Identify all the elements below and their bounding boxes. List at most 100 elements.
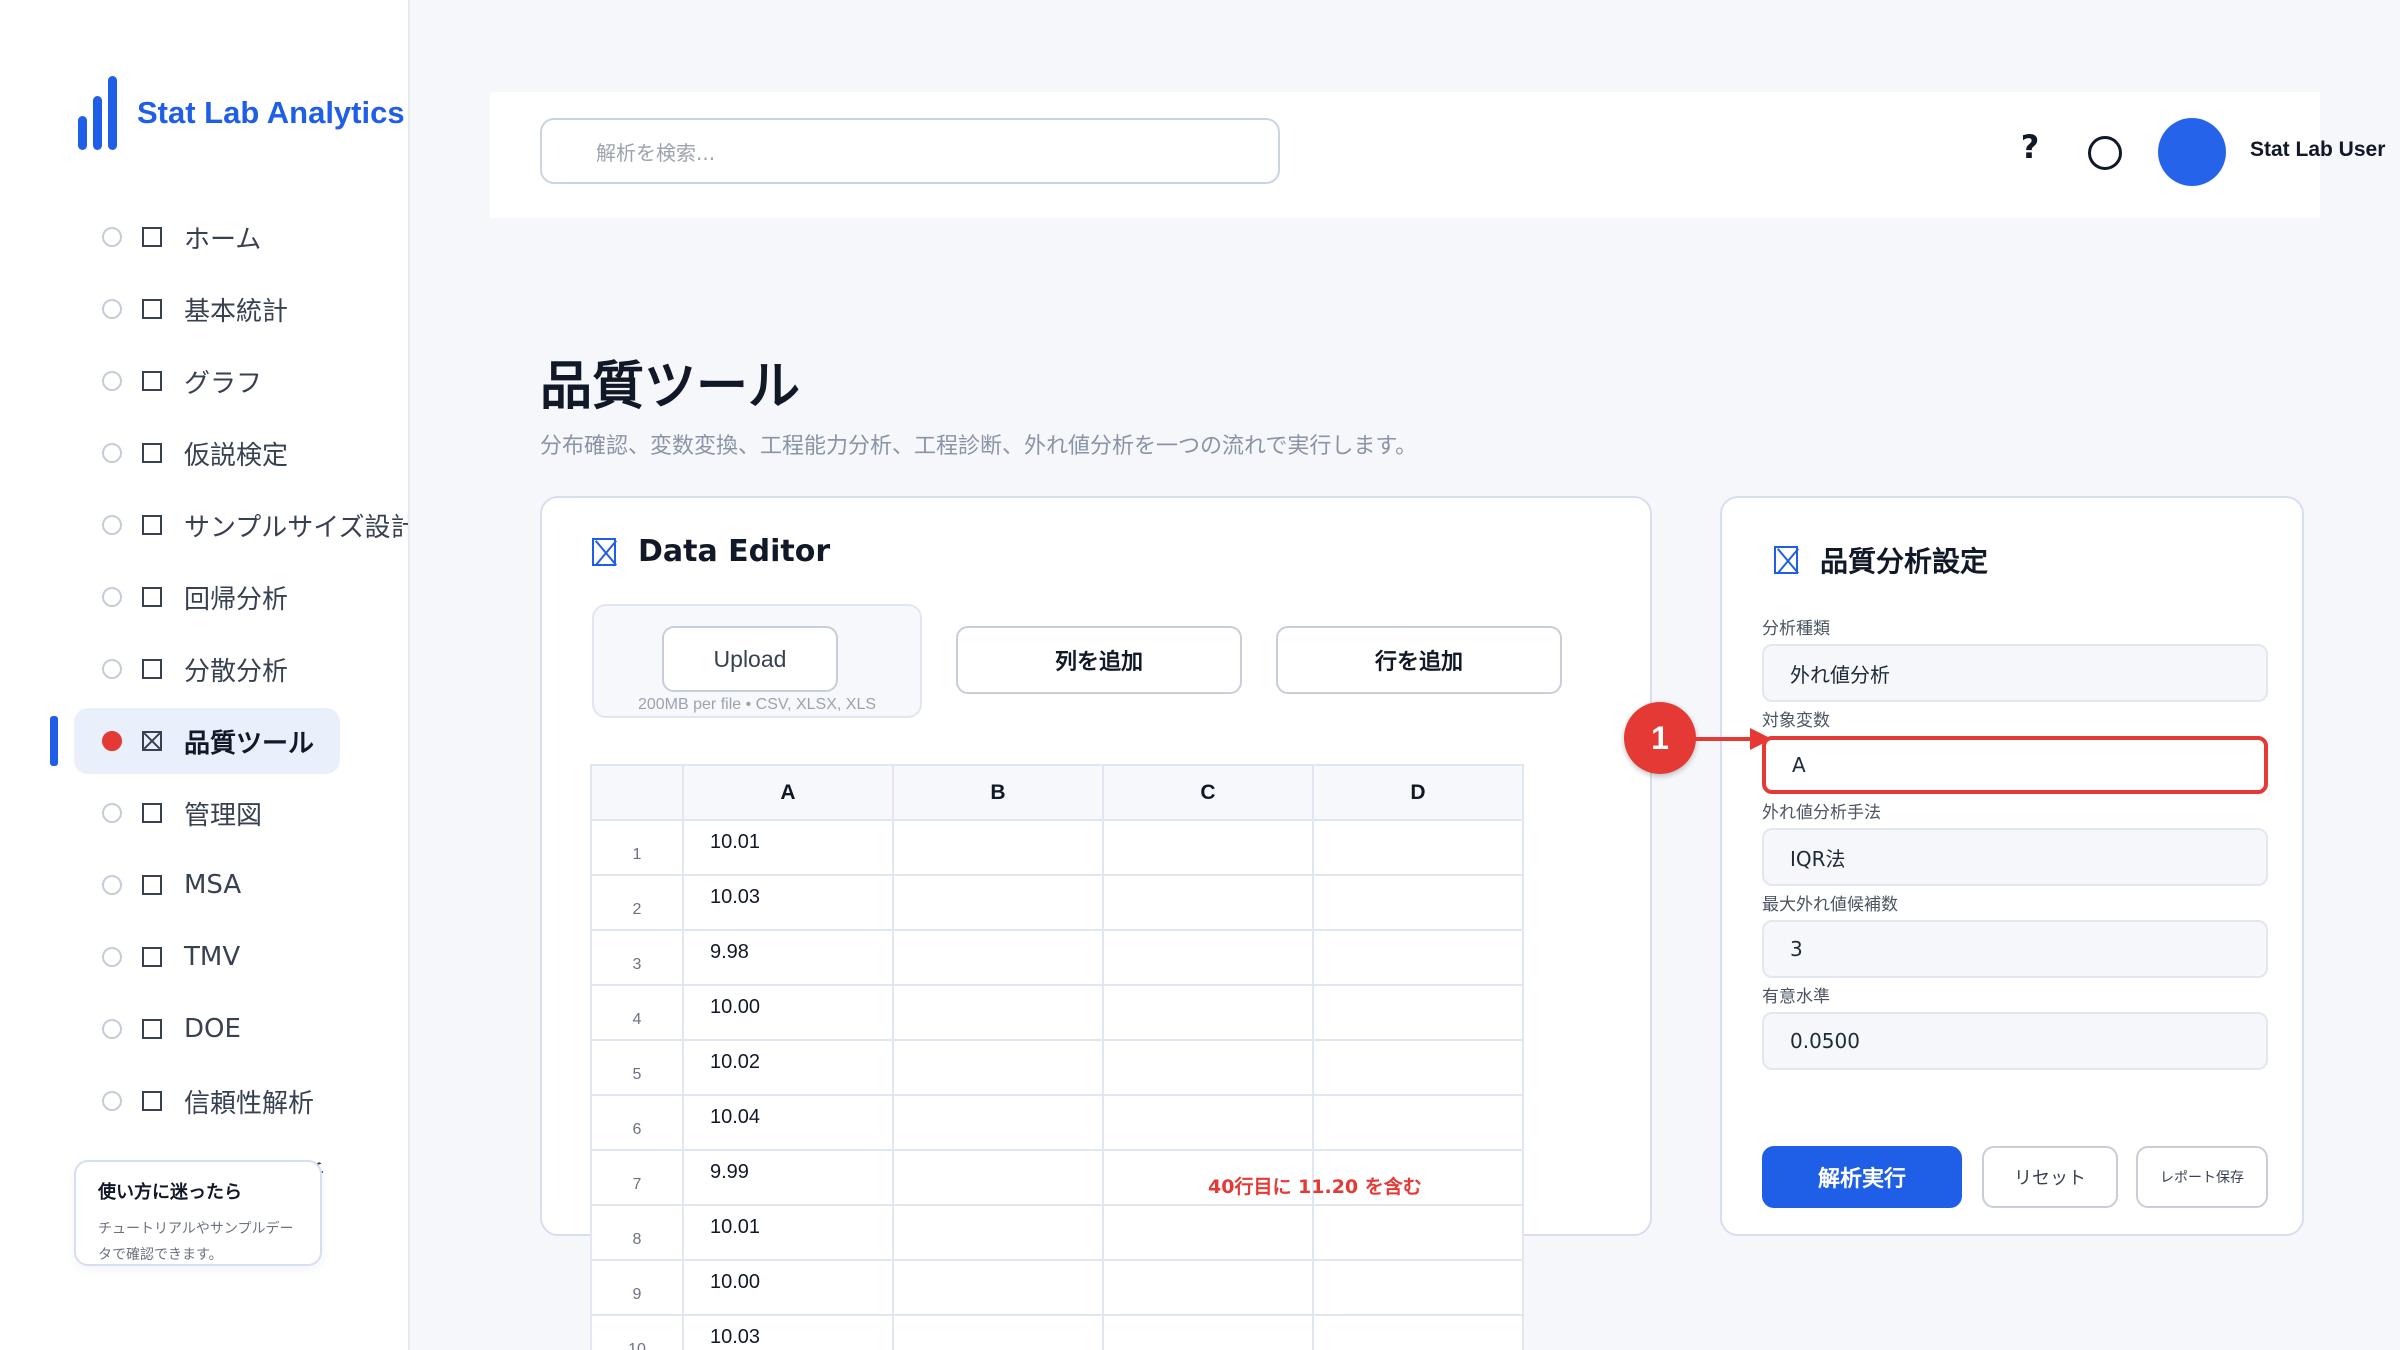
- quality-settings-card: 品質分析設定 分析種類 外れ値分析 対象変数 A 外れ値分析手法 IQR法 最大…: [1720, 496, 2304, 1236]
- sidebar-item-anova[interactable]: 分散分析: [74, 636, 340, 702]
- search-input[interactable]: 解析を検索...: [540, 118, 1280, 184]
- cell[interactable]: [894, 1096, 1104, 1149]
- target-variable-select[interactable]: A: [1762, 736, 2268, 794]
- sidebar-item-label: ホーム: [184, 224, 262, 255]
- table-row: 9 10.00: [592, 1261, 1524, 1316]
- user-name[interactable]: Stat Lab User: [2250, 138, 2385, 162]
- sidebar-item-label: 基本統計: [184, 296, 289, 327]
- settings-header: 品質分析設定: [1774, 540, 1988, 580]
- cell[interactable]: [1314, 1096, 1524, 1149]
- brand-name: Stat Lab Analytics: [137, 95, 405, 130]
- status-dot-icon: [102, 803, 122, 823]
- cell[interactable]: [1314, 931, 1524, 984]
- sidebar-item-doe[interactable]: DOE: [74, 996, 340, 1062]
- sidebar-item-hypothesis-test[interactable]: 仮説検定: [74, 420, 340, 486]
- cell[interactable]: [1104, 1206, 1314, 1259]
- outlier-method-select[interactable]: IQR法: [1762, 828, 2268, 886]
- page-description: 分布確認、変数変換、工程能力分析、工程診断、外れ値分析を一つの流れで実行します。: [540, 434, 1418, 459]
- file-upload-zone[interactable]: Upload 200MB per file • CSV, XLSX, XLS: [592, 604, 922, 718]
- cell[interactable]: 9.98: [684, 931, 894, 984]
- cell[interactable]: [894, 1206, 1104, 1259]
- cell[interactable]: [1104, 1261, 1314, 1314]
- analysis-type-label: 分析種類: [1762, 619, 1830, 639]
- run-analysis-button[interactable]: 解析実行: [1762, 1146, 1962, 1208]
- cell[interactable]: [894, 876, 1104, 929]
- cell[interactable]: [894, 1261, 1104, 1314]
- square-icon: [142, 659, 162, 679]
- add-column-button[interactable]: 列を追加: [956, 626, 1242, 694]
- sidebar-item-label: 信頼性解析: [184, 1088, 315, 1119]
- active-indicator: [50, 716, 58, 766]
- column-header[interactable]: D: [1314, 766, 1524, 819]
- table-row: 3 9.98: [592, 931, 1524, 986]
- status-dot-icon: [102, 875, 122, 895]
- cell[interactable]: [894, 821, 1104, 874]
- table-row: 1 10.01: [592, 821, 1524, 876]
- cell[interactable]: [1314, 1261, 1524, 1314]
- cell[interactable]: [894, 986, 1104, 1039]
- significance-level-input[interactable]: 0.0500: [1762, 1012, 2268, 1070]
- cell[interactable]: 10.03: [684, 876, 894, 929]
- avatar[interactable]: [2158, 118, 2226, 186]
- cell[interactable]: [1104, 931, 1314, 984]
- row-number: 10: [592, 1316, 684, 1350]
- cell[interactable]: 10.01: [684, 821, 894, 874]
- max-outliers-input[interactable]: 3: [1762, 920, 2268, 978]
- cell[interactable]: [1314, 821, 1524, 874]
- sidebar-item-quality-tools[interactable]: 品質ツール: [74, 708, 340, 774]
- save-report-button[interactable]: レポート保存: [2136, 1146, 2268, 1208]
- cell[interactable]: [1314, 1316, 1524, 1350]
- data-editor-icon: [592, 537, 616, 566]
- sidebar-item-home[interactable]: ホーム: [74, 204, 340, 270]
- cell[interactable]: [1104, 876, 1314, 929]
- row-number: 9: [592, 1261, 684, 1314]
- sidebar-item-tmv[interactable]: TMV: [74, 924, 340, 990]
- sidebar-item-reliability[interactable]: 信頼性解析: [74, 1068, 340, 1134]
- cell[interactable]: [1314, 876, 1524, 929]
- table-row: 5 10.02: [592, 1041, 1524, 1096]
- cell[interactable]: 10.04: [684, 1096, 894, 1149]
- cell[interactable]: [894, 1316, 1104, 1350]
- cell[interactable]: [1314, 1206, 1524, 1259]
- cell[interactable]: [894, 931, 1104, 984]
- square-icon: [142, 587, 162, 607]
- bar-chart-logo-icon: [78, 76, 117, 150]
- upload-button[interactable]: Upload: [662, 626, 838, 692]
- column-header[interactable]: B: [894, 766, 1104, 819]
- table-row: 2 10.03: [592, 876, 1524, 931]
- cell[interactable]: [894, 1041, 1104, 1094]
- sidebar-item-sample-size[interactable]: サンプルサイズ設計: [74, 492, 408, 558]
- sidebar-item-regression[interactable]: 回帰分析: [74, 564, 340, 630]
- cell[interactable]: [1314, 986, 1524, 1039]
- cell[interactable]: [1104, 821, 1314, 874]
- sidebar-item-graph[interactable]: グラフ: [74, 348, 340, 414]
- help-card[interactable]: 使い方に迷ったら チュートリアルやサンプルデータで確認できます。: [74, 1160, 322, 1266]
- cell[interactable]: [1104, 1096, 1314, 1149]
- add-row-button[interactable]: 行を追加: [1276, 626, 1562, 694]
- outlier-method-label: 外れ値分析手法: [1762, 803, 1881, 823]
- cell[interactable]: 9.99: [684, 1151, 894, 1204]
- cell[interactable]: 10.00: [684, 986, 894, 1039]
- sidebar-item-msa[interactable]: MSA: [74, 852, 340, 918]
- column-header[interactable]: C: [1104, 766, 1314, 819]
- analysis-type-select[interactable]: 外れ値分析: [1762, 644, 2268, 702]
- reset-button[interactable]: リセット: [1982, 1146, 2118, 1208]
- square-icon: [142, 875, 162, 895]
- cell[interactable]: [1104, 986, 1314, 1039]
- brand[interactable]: Stat Lab Analytics: [78, 76, 405, 150]
- cell[interactable]: 10.00: [684, 1261, 894, 1314]
- cell[interactable]: [1104, 1041, 1314, 1094]
- sidebar-item-basic-stats[interactable]: 基本統計: [74, 276, 340, 342]
- cell[interactable]: [1104, 1316, 1314, 1350]
- cell[interactable]: 10.02: [684, 1041, 894, 1094]
- help-icon[interactable]: ?: [2012, 128, 2048, 168]
- checked-box-icon: [142, 731, 162, 751]
- cell[interactable]: 10.01: [684, 1206, 894, 1259]
- cell[interactable]: 10.03: [684, 1316, 894, 1350]
- sidebar-item-control-chart[interactable]: 管理図: [74, 780, 340, 846]
- status-dot-icon: [102, 299, 122, 319]
- column-header[interactable]: A: [684, 766, 894, 819]
- cell[interactable]: [1314, 1041, 1524, 1094]
- status-circle-icon[interactable]: [2088, 136, 2122, 170]
- cell[interactable]: [894, 1151, 1104, 1204]
